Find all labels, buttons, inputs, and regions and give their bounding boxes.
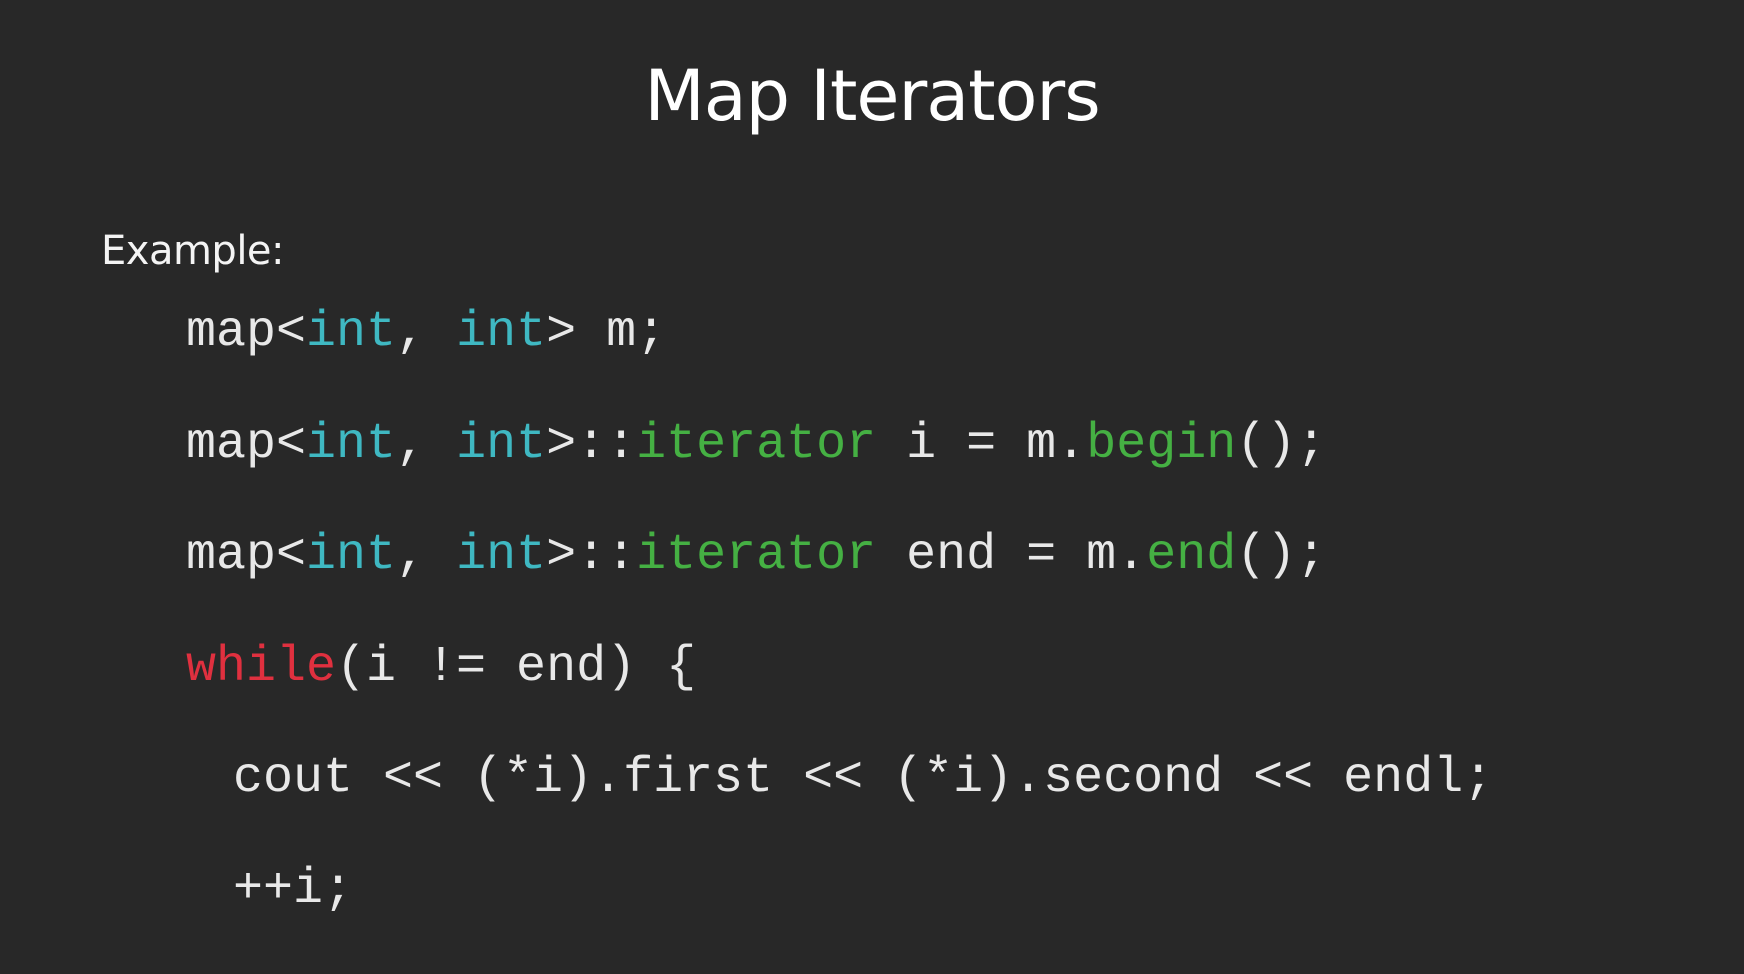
code-line-2: map<int, int>::iterator i = m.begin(); <box>186 420 1326 470</box>
slide: Map Iterators Example: map<int, int> m; … <box>0 0 1744 974</box>
code-token: , <box>396 304 457 361</box>
code-token: (); <box>1236 416 1327 473</box>
code-token: int <box>456 416 547 473</box>
code-token: int <box>456 527 547 584</box>
code-token: end <box>1146 527 1237 584</box>
code-line-4: while(i != end) { <box>186 643 696 693</box>
slide-title: Map Iterators <box>644 55 1100 137</box>
code-token: ++i; <box>233 861 354 918</box>
code-token: int <box>456 304 547 361</box>
code-token: iterator <box>636 416 877 473</box>
code-token: map< <box>186 527 307 584</box>
code-token: map< <box>186 304 307 361</box>
code-token: i = m. <box>876 416 1087 473</box>
code-token: int <box>306 527 397 584</box>
code-line-3: map<int, int>::iterator end = m.end(); <box>186 531 1326 581</box>
code-token: iterator <box>636 527 877 584</box>
code-token: while <box>186 639 337 696</box>
code-line-5: cout << (*i).first << (*i).second << end… <box>233 754 1493 804</box>
code-token: , <box>396 416 457 473</box>
code-token: map< <box>186 416 307 473</box>
code-line-6: ++i; <box>233 865 353 915</box>
code-token: (); <box>1236 527 1327 584</box>
code-token: >:: <box>546 416 637 473</box>
code-token: int <box>306 304 397 361</box>
code-token: >:: <box>546 527 637 584</box>
code-token: cout << (*i).first << (*i).second << end… <box>233 750 1494 807</box>
code-token: (i != end) { <box>336 639 697 696</box>
code-token: int <box>306 416 397 473</box>
code-token: > m; <box>546 304 667 361</box>
code-token: , <box>396 527 457 584</box>
example-label: Example: <box>101 228 285 274</box>
code-token: end = m. <box>876 527 1147 584</box>
code-token: begin <box>1086 416 1237 473</box>
code-line-1: map<int, int> m; <box>186 308 666 358</box>
